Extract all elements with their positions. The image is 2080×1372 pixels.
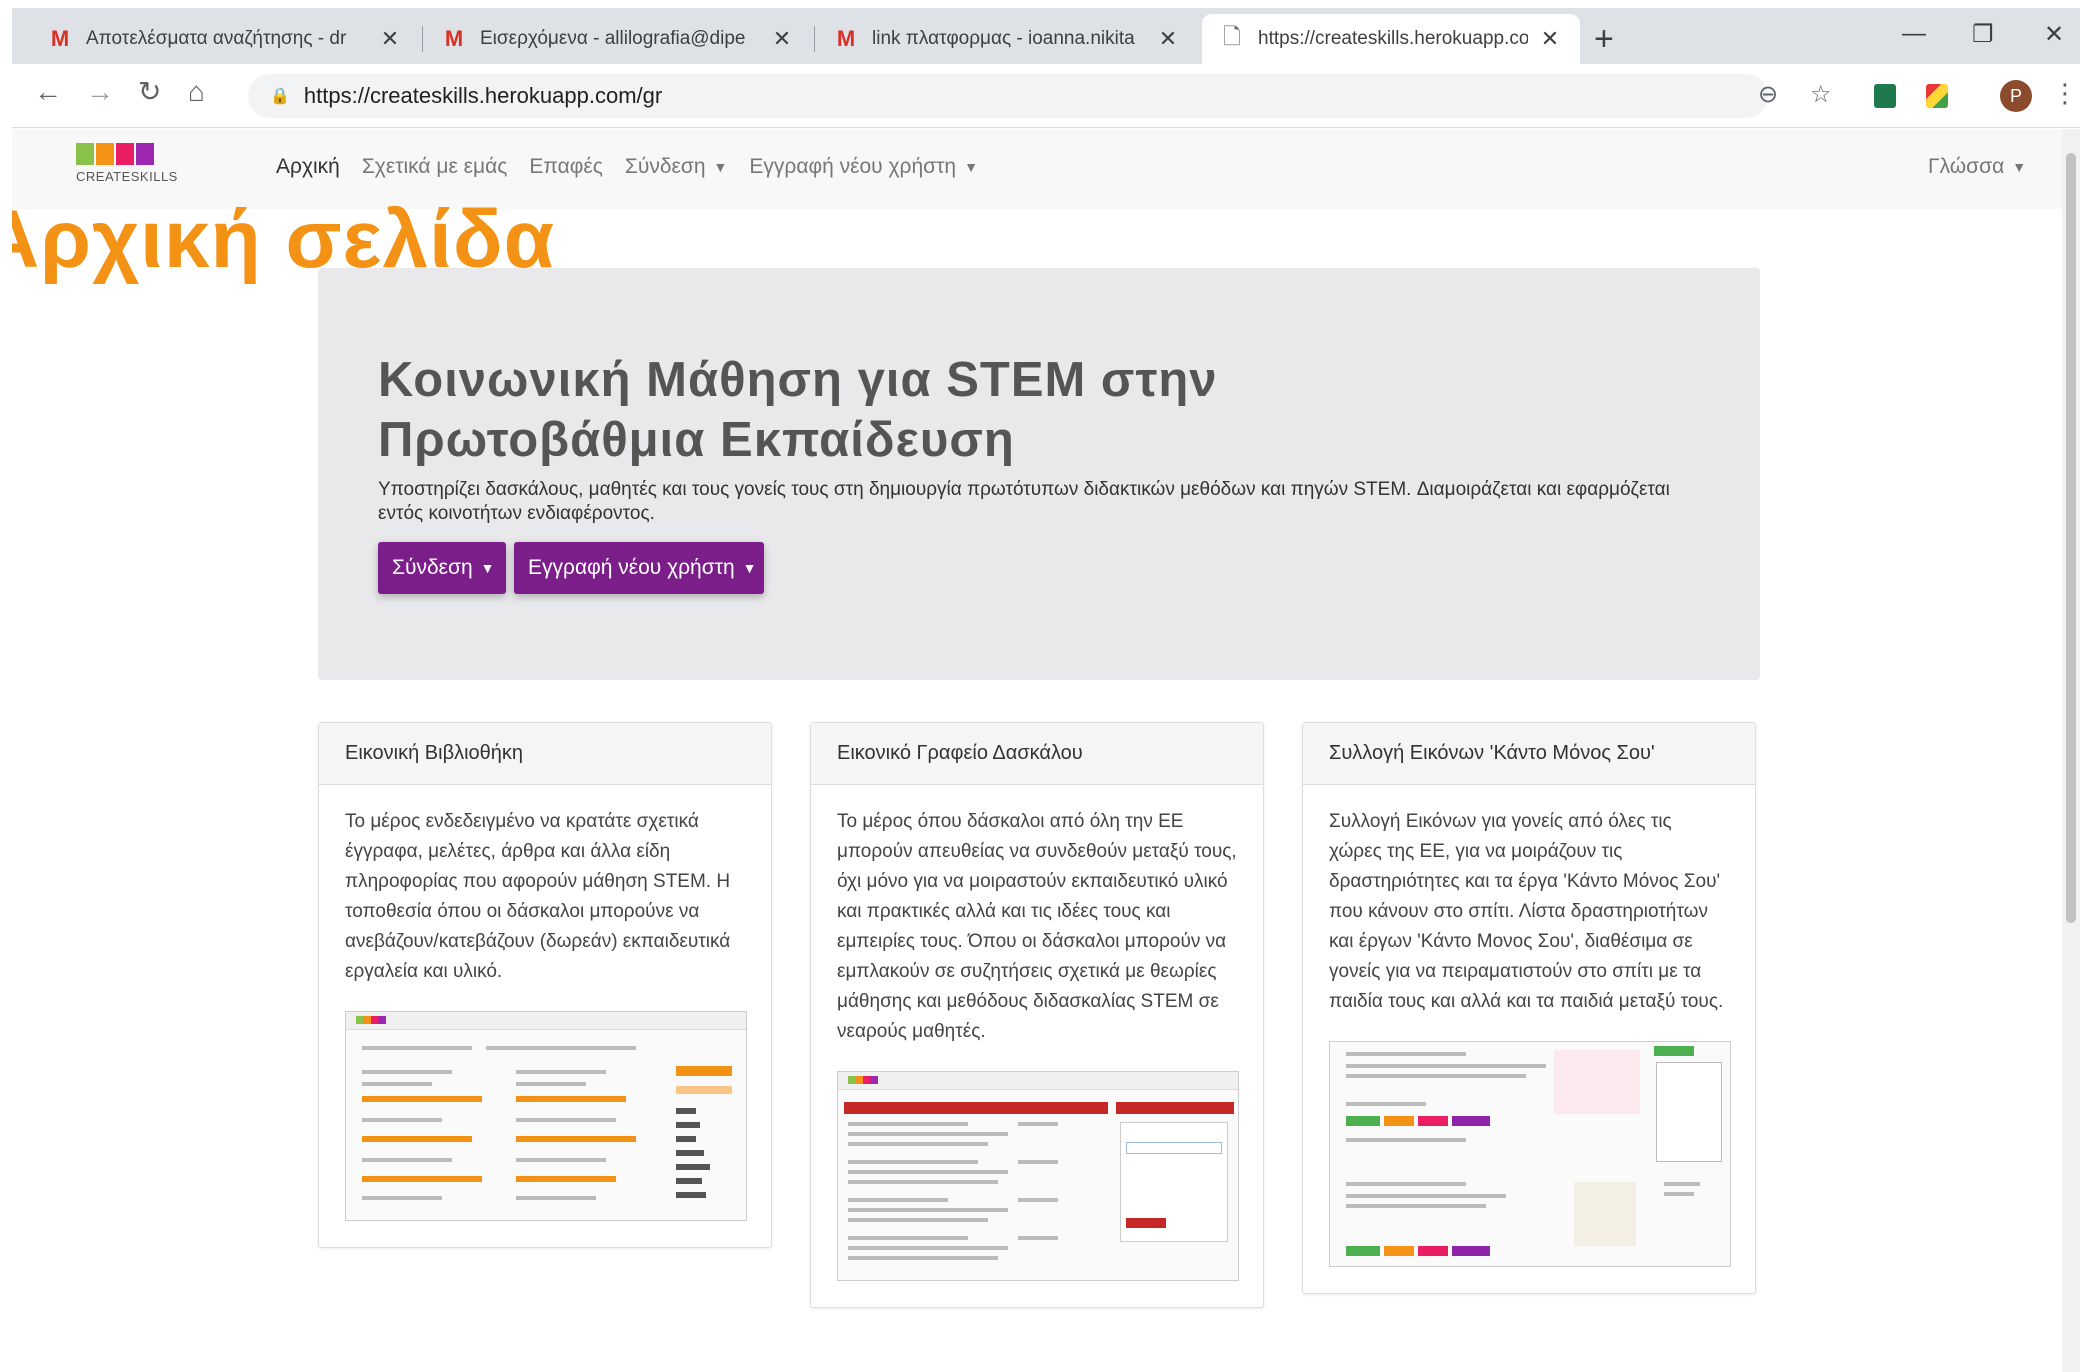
card-title: Εικονικό Γραφείο Δασκάλου	[811, 723, 1263, 785]
hero-description: Υποστηρίζει δασκάλους, μαθητές και τους …	[378, 479, 1670, 524]
slide: M Αποτελέσματα αναζήτησης - dr ✕ M Εισερ…	[0, 0, 2080, 1372]
close-icon[interactable]: ✕	[770, 26, 794, 52]
tab-inbox[interactable]: M Εισερχόμενα - allilografia@dipe ✕	[424, 14, 812, 64]
tab-separator	[422, 26, 423, 52]
hero-register-button[interactable]: Εγγραφή νέου χρήστη ▼	[514, 542, 764, 594]
nav-register-dropdown[interactable]: Εγγραφή νέου χρήστη ▼	[749, 155, 978, 179]
card-teacher-office: Εικονικό Γραφείο Δασκάλου Το μέρος όπου …	[810, 722, 1264, 1308]
caret-down-icon: ▼	[964, 159, 978, 176]
card-title: Συλλογή Εικόνων 'Κάντο Μόνος Σου'	[1303, 723, 1755, 785]
home-icon[interactable]: ⌂	[188, 78, 205, 106]
reload-icon[interactable]: ↻	[138, 78, 161, 106]
logo-text: CREATESKILLS	[76, 169, 178, 184]
close-icon[interactable]: ✕	[1156, 26, 1180, 52]
close-icon[interactable]: ✕	[1538, 26, 1562, 52]
gmail-icon: M	[444, 26, 464, 51]
caret-down-icon: ▼	[480, 560, 495, 576]
nav-about[interactable]: Σχετικά με εμάς	[362, 155, 508, 179]
caret-down-icon: ▼	[713, 159, 728, 176]
nav-links: Αρχική Σχετικά με εμάς Επαφές Σύνδεση ▼ Ε…	[276, 155, 978, 179]
gmail-icon: M	[836, 26, 856, 51]
minimize-icon[interactable]: —	[1902, 20, 1926, 48]
browser-toolbar: ← → ↻ ⌂ 🔒 https://createskills.herokuapp…	[12, 64, 2080, 128]
nav-login-dropdown[interactable]: Σύνδεση ▼	[625, 155, 728, 179]
tab-title: https://createskills.herokuapp.co	[1258, 28, 1528, 49]
page-viewport: CREATESKILLS Αρχική Σχετικά με εμάς Επαφ…	[12, 129, 2080, 1372]
card-body: Το μέρος όπου δάσκαλοι από όλη την ΕΕ μπ…	[837, 811, 1237, 1042]
zoom-icon[interactable]: ⊖	[1758, 80, 1778, 109]
browser-window: M Αποτελέσματα αναζήτησης - dr ✕ M Εισερ…	[12, 8, 2080, 1372]
nav-register-label: Εγγραφή νέου χρήστη	[749, 155, 957, 178]
tab-createskills[interactable]: 🗋 https://createskills.herokuapp.co ✕	[1202, 14, 1580, 64]
createskills-logo[interactable]: CREATESKILLS	[76, 143, 177, 189]
extension-icon[interactable]	[1874, 84, 1896, 108]
caret-down-icon: ▼	[2012, 159, 2027, 176]
hero-login-button[interactable]: Σύνδεση ▼	[378, 542, 506, 594]
nav-contact[interactable]: Επαφές	[529, 155, 602, 179]
address-bar[interactable]: 🔒 https://createskills.herokuapp.com/gr	[248, 74, 1768, 118]
card-virtual-library: Εικονική Βιβλιοθήκη Το μέρος ενδεδειγμέν…	[318, 722, 772, 1248]
close-window-icon[interactable]: ✕	[2044, 20, 2064, 49]
hero-title: Κοινωνική Μάθηση για STEM στην Πρωτοβάθμ…	[378, 353, 1218, 467]
language-label: Γλώσσα	[1928, 155, 2005, 178]
logo-square	[116, 143, 134, 165]
tab-platform-link[interactable]: M link πλατφορμας - ioanna.nikita ✕	[816, 14, 1198, 64]
restore-icon[interactable]: ❐	[1972, 20, 1994, 49]
scrollbar-thumb[interactable]	[2066, 153, 2076, 923]
menu-kebab-icon[interactable]: ⋮	[2052, 78, 2078, 109]
profile-avatar[interactable]: P	[2000, 80, 2032, 112]
new-tab-button[interactable]: +	[1594, 22, 1614, 56]
tab-separator	[814, 26, 815, 52]
tab-title: Αποτελέσματα αναζήτησης - dr	[86, 28, 347, 49]
document-icon: 🗋	[1223, 24, 1241, 49]
card-body: Συλλογή Εικόνων για γονείς από όλες τις …	[1329, 811, 1724, 1012]
card-diy-gallery: Συλλογή Εικόνων 'Κάντο Μόνος Σου' Συλλογ…	[1302, 722, 1756, 1294]
nav-login-label: Σύνδεση	[624, 155, 706, 178]
extension-icon[interactable]	[1926, 84, 1948, 108]
logo-square	[136, 143, 154, 165]
tab-strip: M Αποτελέσματα αναζήτησης - dr ✕ M Εισερ…	[12, 8, 2080, 64]
card-title: Εικονική Βιβλιοθήκη	[319, 723, 771, 785]
hero-register-label: Εγγραφή νέου χρήστη	[528, 556, 735, 579]
language-dropdown[interactable]: Γλώσσα ▼	[1928, 155, 2026, 179]
diy-gallery-preview-image	[1329, 1041, 1731, 1267]
hero-login-label: Σύνδεση	[392, 556, 473, 579]
url-text: https://createskills.herokuapp.com/gr	[303, 83, 663, 108]
caret-down-icon: ▼	[742, 560, 757, 576]
gmail-icon: M	[50, 26, 70, 51]
tab-search-results[interactable]: M Αποτελέσματα αναζήτησης - dr ✕	[30, 14, 420, 64]
bookmark-star-icon[interactable]: ☆	[1810, 80, 1832, 109]
close-icon[interactable]: ✕	[378, 26, 402, 52]
teacher-office-preview-image	[837, 1071, 1239, 1281]
logo-square	[96, 143, 114, 165]
forward-icon[interactable]: →	[86, 78, 114, 106]
tab-title: link πλατφορμας - ioanna.nikita	[872, 28, 1135, 49]
hero-jumbotron: Κοινωνική Μάθηση για STEM στην Πρωτοβάθμ…	[318, 268, 1760, 680]
logo-square	[76, 143, 94, 165]
page-scrollbar[interactable]	[2062, 129, 2080, 1372]
nav-home[interactable]: Αρχική	[276, 155, 340, 179]
back-icon[interactable]: ←	[34, 78, 62, 106]
tab-title: Εισερχόμενα - allilografia@dipe	[480, 28, 746, 49]
lock-icon: 🔒	[270, 88, 290, 105]
card-body: Το μέρος ενδεδειγμένο να κρατάτε σχετικά…	[345, 811, 731, 982]
library-preview-image	[345, 1011, 747, 1221]
